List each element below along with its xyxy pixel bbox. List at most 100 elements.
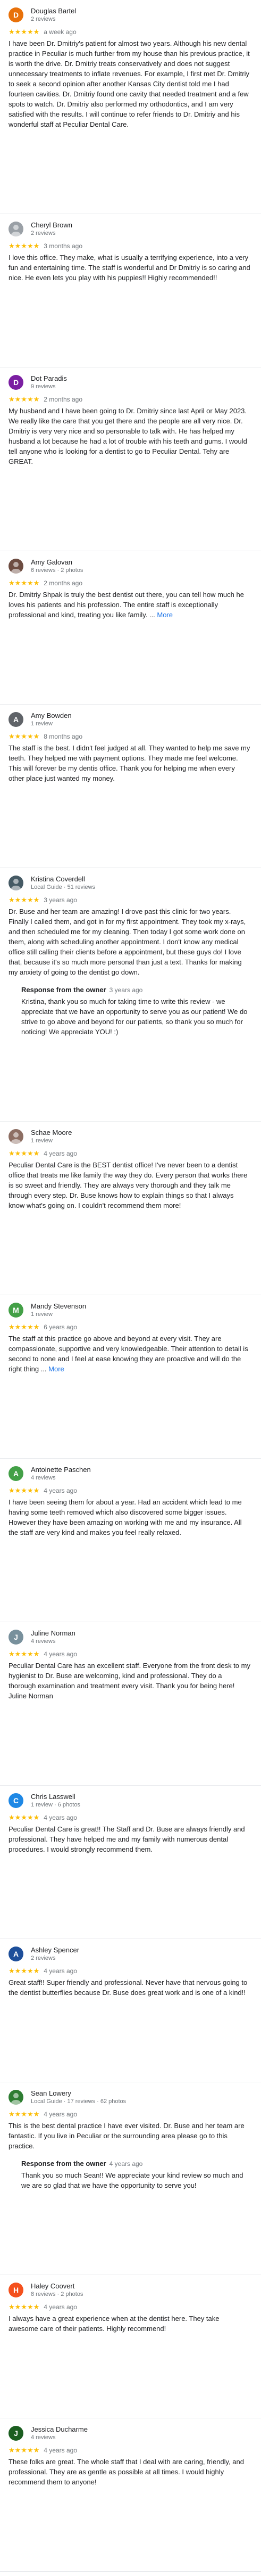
avatar[interactable]: D <box>9 7 23 22</box>
review-card: Schae Moore 1 review ★★★★★ 4 years ago P… <box>0 1122 261 1295</box>
reviewer-info: Dot Paradis 9 reviews <box>31 374 67 391</box>
review-header: J Juline Norman 4 reviews <box>9 1626 252 1648</box>
avatar[interactable]: A <box>9 1947 23 1961</box>
review-body: The staff is the best. I didn't feel jud… <box>9 744 250 782</box>
review-date: a week ago <box>44 28 77 36</box>
person-icon <box>11 879 21 890</box>
rating-row: ★★★★★ 4 years ago <box>9 1486 252 1495</box>
avatar[interactable]: M <box>9 1303 23 1318</box>
review-body: I have been seeing them for about a year… <box>9 1498 242 1536</box>
avatar[interactable]: J <box>9 2426 23 2441</box>
review-body: Great staff!! Super friendly and profess… <box>9 1978 248 1997</box>
review-header: C Chris Lasswell 1 review · 6 photos <box>9 1790 252 1811</box>
avatar[interactable]: J <box>9 1630 23 1645</box>
reviewer-info: Amy Galovan 6 reviews · 2 photos <box>31 558 83 575</box>
reviewer-name[interactable]: Mandy Stevenson <box>31 1302 86 1311</box>
rating-row: ★★★★★ a week ago <box>9 28 252 36</box>
review-body: I always have a great experience when at… <box>9 2315 220 2333</box>
reviewer-name[interactable]: Amy Galovan <box>31 558 83 567</box>
review-header: A Ashley Spencer 2 reviews <box>9 1943 252 1965</box>
reviewer-name[interactable]: Douglas Bartel <box>31 6 76 15</box>
reviewer-name[interactable]: Haley Coovert <box>31 2281 83 2291</box>
reviewer-info: Antoinette Paschen 4 reviews <box>31 1465 91 1482</box>
person-icon <box>11 562 21 574</box>
avatar[interactable]: D <box>9 375 23 390</box>
response-label: Response from the owner <box>21 986 106 994</box>
review-body: Dr. Buse and her team are amazing! I dro… <box>9 907 246 976</box>
review-card: D Douglas Bartel 2 reviews ★★★★★ a week … <box>0 0 261 214</box>
reviewer-name[interactable]: Dot Paradis <box>31 374 67 383</box>
more-link[interactable]: More <box>157 611 173 619</box>
star-rating: ★★★★★ <box>9 1650 40 1658</box>
star-rating: ★★★★★ <box>9 896 40 904</box>
review-header: M Mandy Stevenson 1 review <box>9 1299 252 1321</box>
review-header: Schae Moore 1 review <box>9 1126 252 1147</box>
review-date: 3 years ago <box>44 896 77 904</box>
avatar-photo-icon[interactable] <box>9 2090 23 2105</box>
star-rating: ★★★★★ <box>9 242 40 250</box>
star-rating: ★★★★★ <box>9 1149 40 1157</box>
review-date: 4 years ago <box>44 1967 77 1975</box>
reviewer-name[interactable]: Cheryl Brown <box>31 220 72 230</box>
rating-row: ★★★★★ 8 months ago <box>9 732 252 741</box>
reviewer-meta: 4 reviews <box>31 2434 56 2441</box>
avatar-letter: M <box>13 1305 19 1314</box>
response-date: 4 years ago <box>109 2160 143 2168</box>
avatar[interactable]: A <box>9 712 23 727</box>
review-date: 4 years ago <box>44 2303 77 2311</box>
reviewer-name[interactable]: Jessica Ducharme <box>31 2425 88 2434</box>
reviewer-info: Ashley Spencer 2 reviews <box>31 1945 79 1962</box>
reviewer-info: Sean Lowery Local Guide · 17 reviews · 6… <box>31 2089 126 2106</box>
review-card: A Antoinette Paschen 4 reviews ★★★★★ 4 y… <box>0 1459 261 1622</box>
review-date: 4 years ago <box>44 1650 77 1658</box>
reviewer-info: Cheryl Brown 2 reviews <box>31 220 72 238</box>
reviewer-name[interactable]: Chris Lasswell <box>31 1792 80 1801</box>
review-body: Peculiar Dental Care is great!! The Staf… <box>9 1825 245 1853</box>
reviewer-name[interactable]: Antoinette Paschen <box>31 1465 91 1474</box>
reviewer-name[interactable]: Schae Moore <box>31 1128 72 1137</box>
review-body: My husband and I have been going to Dr. … <box>9 407 247 465</box>
avatar-photo-icon[interactable] <box>9 1129 23 1144</box>
rating-row: ★★★★★ 4 years ago <box>9 1813 252 1822</box>
reviewer-name[interactable]: Juline Norman <box>31 1629 75 1638</box>
rating-row: ★★★★★ 4 years ago <box>9 2303 252 2311</box>
reviewer-meta: Local Guide · 51 reviews <box>31 884 96 890</box>
rating-row: ★★★★★ 4 years ago <box>9 1967 252 1975</box>
person-icon <box>11 1132 21 1144</box>
review-date: 4 years ago <box>44 1814 77 1821</box>
reviewer-info: Schae Moore 1 review <box>31 1128 72 1145</box>
review-date: 4 years ago <box>44 2447 77 2454</box>
rating-row: ★★★★★ 4 years ago <box>9 2110 252 2119</box>
reviewer-meta: 1 review <box>31 1311 53 1318</box>
rating-row: ★★★★★ 2 months ago <box>9 395 252 404</box>
review-body: This is the best dental practice I have … <box>9 2122 245 2150</box>
avatar[interactable]: A <box>9 1466 23 1481</box>
review-text: Peculiar Dental Care has an excellent st… <box>9 1661 252 1701</box>
avatar-letter: H <box>13 2285 19 2294</box>
reviewer-name[interactable]: Sean Lowery <box>31 2089 126 2098</box>
reviewer-name[interactable]: Amy Bowden <box>31 711 72 720</box>
review-text: I have been Dr. Dmitriy's patient for al… <box>9 38 252 129</box>
reviewer-name[interactable]: Ashley Spencer <box>31 1945 79 1955</box>
review-card: A Amy Bowden 1 review ★★★★★ 8 months ago… <box>0 705 261 868</box>
more-link[interactable]: More <box>48 1365 64 1373</box>
review-text: This is the best dental practice I have … <box>9 2121 252 2151</box>
reviewer-meta: 1 review · 6 photos <box>31 1802 80 1808</box>
avatar-photo-icon[interactable] <box>9 559 23 574</box>
review-card: Sean Lowery Local Guide · 17 reviews · 6… <box>0 2082 261 2275</box>
response-text: Thank you so much Sean!! We appreciate y… <box>21 2171 243 2189</box>
reviewer-info: Jessica Ducharme 4 reviews <box>31 2425 88 2442</box>
reviewer-name[interactable]: Kristina Coverdell <box>31 874 95 884</box>
review-card: J Juline Norman 4 reviews ★★★★★ 4 years … <box>0 1622 261 1786</box>
review-date: 4 years ago <box>44 1150 77 1157</box>
reviews-list: D Douglas Bartel 2 reviews ★★★★★ a week … <box>0 0 261 2576</box>
review-header: A Amy Bowden 1 review <box>9 709 252 730</box>
avatar[interactable]: C <box>9 1793 23 1808</box>
avatar-photo-icon[interactable] <box>9 222 23 236</box>
avatar[interactable]: H <box>9 2283 23 2297</box>
star-rating: ★★★★★ <box>9 1486 40 1494</box>
avatar-photo-icon[interactable] <box>9 876 23 890</box>
person-icon <box>11 225 21 236</box>
star-rating: ★★★★★ <box>9 2303 40 2311</box>
review-text: Peculiar Dental Care is the BEST dentist… <box>9 1160 252 1211</box>
